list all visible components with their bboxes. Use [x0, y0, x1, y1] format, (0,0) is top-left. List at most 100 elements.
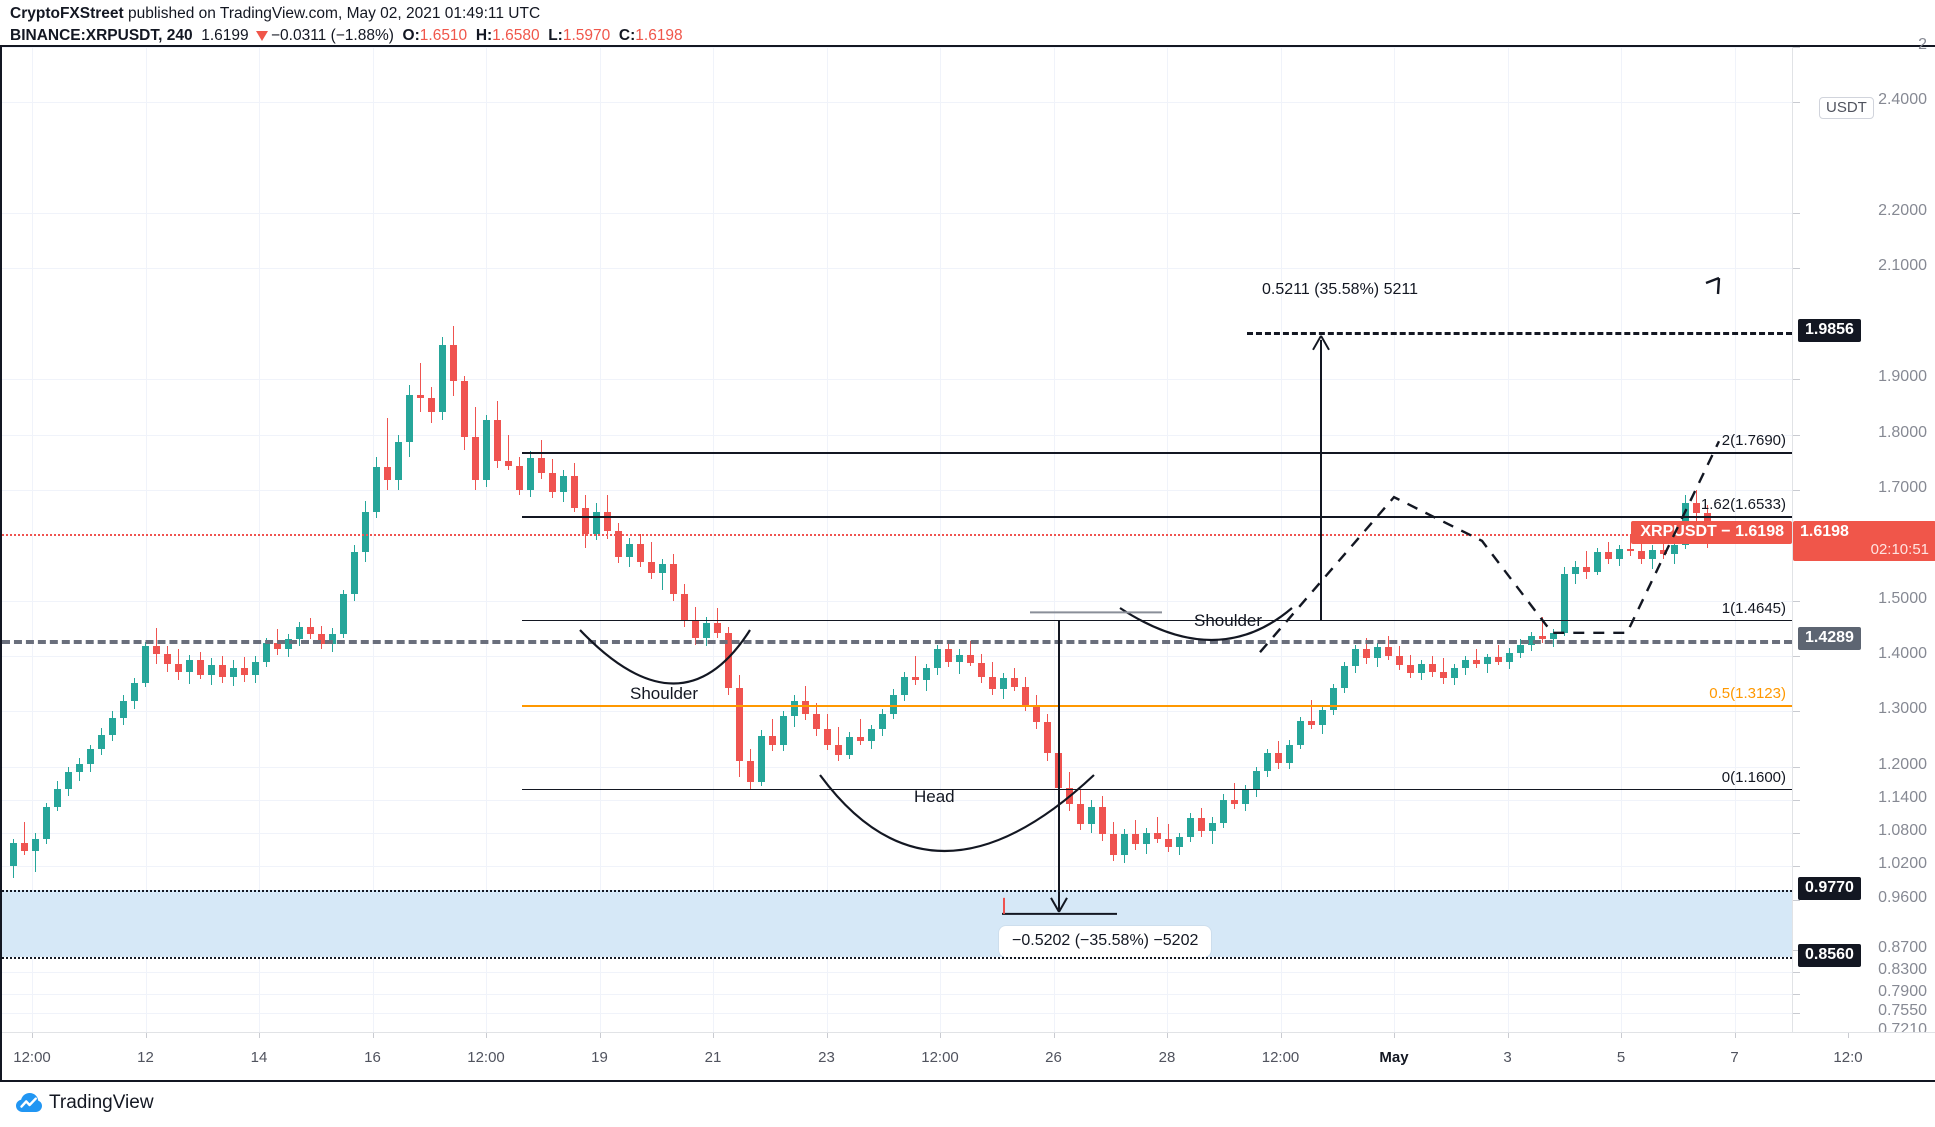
time-axis-tick-label: May	[1379, 1049, 1409, 1066]
candlestick	[560, 47, 567, 1032]
level-0-1160[interactable]	[522, 788, 1792, 790]
measurement-label-down[interactable]: −0.5202 (−35.58%) −5202	[999, 925, 1212, 957]
candlestick	[76, 47, 83, 1032]
time-axis-tick-mark	[1507, 1033, 1509, 1038]
candlestick	[219, 47, 226, 1032]
candlestick	[1396, 47, 1403, 1032]
candlestick	[362, 47, 369, 1032]
time-axis-tick-label: 12:0	[1833, 1049, 1863, 1066]
currency-chip[interactable]: USDT	[1819, 97, 1874, 119]
candlestick	[1044, 47, 1051, 1032]
candlestick	[131, 47, 138, 1032]
chart-frame: 2(1.7690) 1.62(1.6533) 1(1.4645) 0.5(1.3123…	[0, 36, 1935, 1082]
candlestick	[43, 47, 50, 1032]
candlestick	[32, 47, 39, 1032]
price-axis-tick-mark	[1793, 213, 1800, 215]
ohlc-low-label: L:	[548, 27, 563, 44]
zone-bottom-dotted[interactable]	[2, 957, 1792, 960]
measurement-label-up[interactable]: 0.5211 (35.58%) 5211	[1262, 281, 1418, 299]
price-axis-tick-label: 2.1000	[1878, 257, 1927, 275]
candlestick	[868, 47, 875, 1032]
price-axis-tick-label: 1.8000	[1878, 423, 1927, 441]
price-plot-area[interactable]: 2(1.7690) 1.62(1.6533) 1(1.4645) 0.5(1.3123…	[2, 47, 1792, 1032]
time-axis[interactable]: 12:00 12 14 16 12:00 19 21 23 12:00 26 28 12:00 May 3…	[2, 1032, 1935, 1080]
candlestick	[329, 47, 336, 1032]
price-axis-current-price-tag[interactable]: 1.6198 02:10:51	[1793, 521, 1935, 562]
candlestick	[890, 47, 897, 1032]
level-2-1769[interactable]	[522, 451, 1792, 454]
candlestick	[989, 47, 996, 1032]
price-axis-tick-label: 1.1400	[1878, 789, 1927, 806]
candlestick	[1550, 47, 1557, 1032]
candlestick	[714, 47, 721, 1032]
price-axis-value-tag[interactable]: 0.9770	[1798, 877, 1861, 901]
level-05-13123[interactable]	[522, 704, 1792, 707]
candlestick	[648, 47, 655, 1032]
candlestick	[450, 47, 457, 1032]
price-axis-value-tag[interactable]: 1.9856	[1798, 318, 1861, 342]
label-left-shoulder: Shoulder	[630, 684, 699, 703]
candlestick	[879, 47, 886, 1032]
time-axis-tick-label: 28	[1158, 1049, 1176, 1066]
price-axis-tick-mark	[1793, 766, 1800, 768]
candlestick	[692, 47, 699, 1032]
price-axis[interactable]: USDT 2 2.4000 2.2000 2.1000 1.9000 1.8000 1.70…	[1792, 36, 1935, 1038]
candlestick	[593, 47, 600, 1032]
tradingview-logo[interactable]: TradingView	[16, 1092, 154, 1114]
candlestick	[1308, 47, 1315, 1032]
candlestick	[142, 47, 149, 1032]
candlestick	[1429, 47, 1436, 1032]
candlestick	[164, 47, 171, 1032]
price-axis-value-tag[interactable]: 0.8560	[1798, 944, 1861, 968]
candlestick	[604, 47, 611, 1032]
current-price-line[interactable]	[2, 534, 1792, 537]
ohlc-close-label: C:	[618, 27, 636, 44]
tradingview-cloud-icon	[16, 1093, 42, 1112]
time-axis-tick-mark	[1394, 1033, 1395, 1038]
candlestick	[505, 47, 512, 1032]
time-axis-tick-mark	[32, 1033, 33, 1038]
candlestick	[1088, 47, 1095, 1032]
price-axis-tick-label: 0.9600	[1878, 888, 1927, 906]
candlestick	[1462, 47, 1469, 1032]
time-axis-tick-mark	[1167, 1033, 1168, 1038]
price-axis-tick-mark	[1793, 489, 1800, 491]
time-axis-tick-mark	[599, 1033, 601, 1038]
candlestick	[483, 47, 490, 1032]
candlestick	[1154, 47, 1161, 1032]
level-162-16533[interactable]	[522, 515, 1792, 518]
candlestick	[1110, 47, 1117, 1032]
time-axis-tick-label: 21	[704, 1049, 722, 1066]
zone-top-dotted[interactable]	[2, 890, 1792, 893]
label-right-shoulder: Shoulder	[1194, 611, 1263, 630]
price-axis-tick-mark	[1793, 379, 1800, 381]
candlestick	[1539, 47, 1546, 1032]
candlestick	[1143, 47, 1150, 1032]
candlestick	[1517, 47, 1524, 1032]
symbol-label[interactable]: BINANCE:XRPUSDT, 240	[10, 27, 193, 44]
candlestick	[494, 47, 501, 1032]
candlestick	[417, 47, 424, 1032]
candlestick	[1231, 47, 1238, 1032]
price-axis-tick-label: 1.5000	[1878, 589, 1927, 607]
candlestick	[296, 47, 303, 1032]
fib-level-label: 0(1.1600)	[1721, 768, 1786, 786]
candlestick	[1176, 47, 1183, 1032]
level-1-14645-neckline[interactable]	[522, 620, 1792, 622]
price-axis-value-tag[interactable]: 1.4289	[1798, 627, 1861, 651]
candlestick	[21, 47, 28, 1032]
candlestick	[1066, 47, 1073, 1032]
candlestick	[978, 47, 985, 1032]
level-1-4289-dashed[interactable]	[2, 640, 1792, 645]
candlestick	[1528, 47, 1535, 1032]
time-axis-tick-label: 16	[364, 1049, 381, 1066]
candlestick	[472, 47, 479, 1032]
level-1-9856-dashed[interactable]	[1247, 331, 1792, 335]
candlestick	[824, 47, 831, 1032]
time-axis-tick-mark	[1053, 1033, 1055, 1038]
candlestick	[1286, 47, 1293, 1032]
time-axis-tick-label: 3	[1503, 1049, 1512, 1066]
candlestick	[758, 47, 765, 1032]
candlestick	[439, 47, 446, 1032]
ohlc-close-value: 1.6198	[635, 27, 683, 44]
